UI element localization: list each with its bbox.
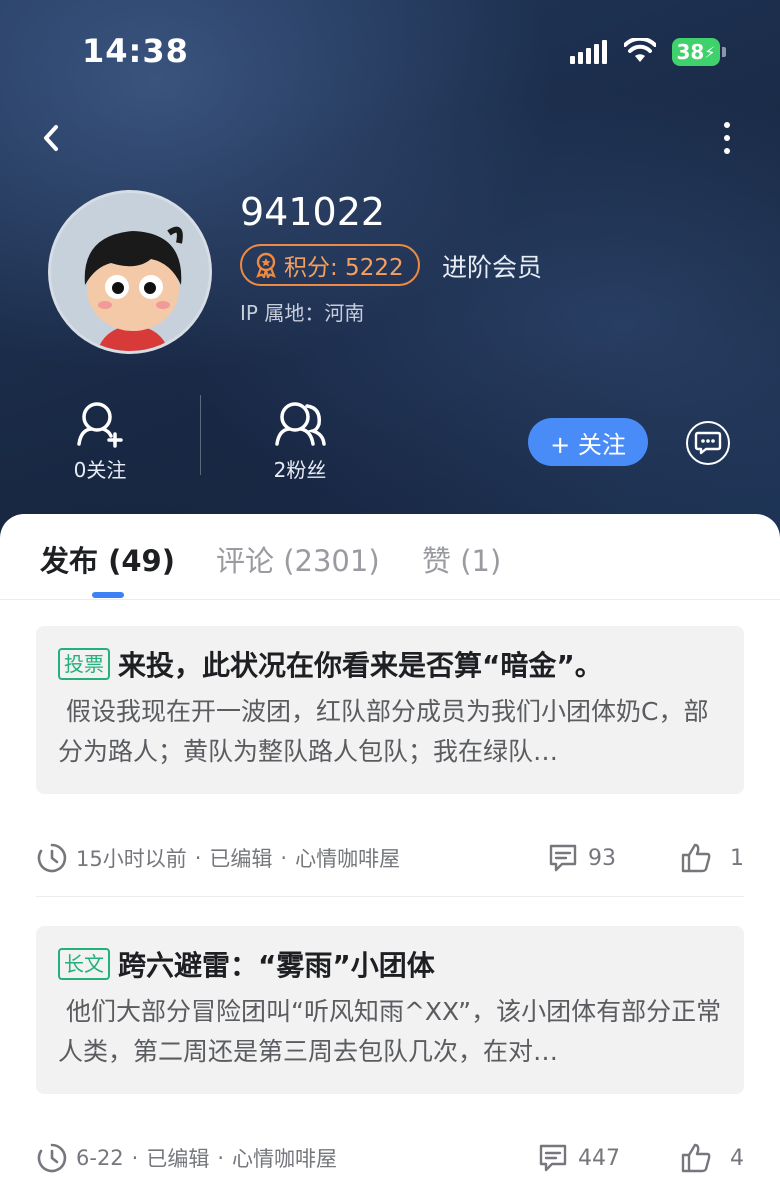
post-edited: 已编辑 bbox=[209, 847, 273, 871]
battery-icon: 38 ⚡ bbox=[672, 38, 720, 66]
followers-stat[interactable]: 2粉丝 bbox=[240, 400, 360, 483]
post-time: 6-22 bbox=[76, 1146, 124, 1170]
thumbs-up-icon bbox=[681, 843, 711, 873]
content-panel: 发布 (49) 评论 (2301) 赞 (1) 投票 来投，此状况在你看来是否算… bbox=[0, 514, 780, 1178]
post-meta: 15小时以前 · 已编辑 · 心情咖啡屋 93 1 bbox=[36, 838, 744, 878]
clock-icon bbox=[37, 1143, 67, 1173]
users-icon bbox=[275, 402, 326, 446]
user-add-icon bbox=[77, 402, 123, 448]
separator-dot: · bbox=[217, 1146, 225, 1170]
comment-icon bbox=[539, 1144, 567, 1172]
post-meta: 6-22 · 已编辑 · 心情咖啡屋 447 4 bbox=[36, 1138, 744, 1178]
status-bar: 14:38 38 ⚡ bbox=[0, 28, 780, 76]
comment-icon bbox=[549, 844, 577, 872]
post-tag: 长文 bbox=[58, 948, 110, 980]
post-excerpt: 假设我现在开一波团，红队部分成员为我们小团体奶C，部分为路人；黄队为整队路人包队… bbox=[58, 697, 709, 766]
message-button[interactable] bbox=[686, 421, 730, 465]
post-card[interactable]: 投票 来投，此状况在你看来是否算“暗金”。 假设我现在开一波团，红队部分成员为我… bbox=[36, 626, 744, 794]
post-title: 跨六避雷：“雾雨”小团体 bbox=[118, 949, 435, 982]
status-time: 14:38 bbox=[82, 32, 189, 70]
username: 941022 bbox=[240, 190, 386, 234]
stat-divider bbox=[200, 395, 201, 475]
comment-button[interactable]: 93 bbox=[548, 843, 616, 873]
post-divider bbox=[36, 896, 744, 897]
like-count: 1 bbox=[730, 845, 744, 871]
following-count: 0关注 bbox=[73, 458, 127, 482]
avatar[interactable] bbox=[48, 190, 212, 354]
post-tag: 投票 bbox=[58, 648, 110, 680]
more-options-button[interactable] bbox=[712, 118, 742, 158]
wifi-icon bbox=[624, 38, 656, 62]
dot bbox=[724, 148, 730, 154]
thumbs-up-icon bbox=[681, 1143, 711, 1173]
like-button[interactable]: 1 bbox=[680, 842, 744, 874]
points-badge[interactable]: 积分: 5222 bbox=[240, 244, 420, 286]
post-card[interactable]: 长文 跨六避雷：“雾雨”小团体 他们大部分冒险团叫“听风知雨^XX”，该小团体有… bbox=[36, 926, 744, 1094]
tab-posts[interactable]: 发布 (49) bbox=[40, 538, 175, 580]
comment-count: 447 bbox=[578, 1145, 620, 1171]
profile-header: 14:38 38 ⚡ 941022 积分: 5222 进阶会员 IP 属地：河南… bbox=[0, 0, 780, 540]
profile-tabs: 发布 (49) 评论 (2301) 赞 (1) bbox=[0, 514, 780, 600]
active-tab-indicator bbox=[92, 592, 124, 598]
post-title: 来投，此状况在你看来是否算“暗金”。 bbox=[118, 649, 603, 682]
ip-location: IP 属地：河南 bbox=[240, 301, 365, 325]
post-board[interactable]: 心情咖啡屋 bbox=[232, 1143, 337, 1173]
following-stat[interactable]: 0关注 bbox=[40, 400, 160, 483]
comment-button[interactable]: 447 bbox=[538, 1143, 620, 1173]
cellular-signal-icon bbox=[570, 40, 607, 64]
member-level: 进阶会员 bbox=[442, 253, 543, 282]
battery-tip bbox=[722, 47, 726, 57]
chevron-left-icon bbox=[44, 125, 58, 151]
comment-count: 93 bbox=[588, 845, 616, 871]
back-button[interactable] bbox=[30, 118, 70, 158]
post-edited: 已编辑 bbox=[146, 1147, 210, 1171]
like-count: 4 bbox=[730, 1145, 744, 1171]
clock-icon bbox=[37, 843, 67, 873]
post-excerpt: 他们大部分冒险团叫“听风知雨^XX”，该小团体有部分正常人类，第二周还是第三周去… bbox=[58, 997, 722, 1066]
dot bbox=[724, 135, 730, 141]
post-time: 15小时以前 bbox=[76, 847, 187, 871]
tab-likes[interactable]: 赞 (1) bbox=[422, 538, 501, 580]
points-label: 积分: 5222 bbox=[284, 255, 404, 281]
separator-dot: · bbox=[131, 1146, 139, 1170]
avatar-cartoon-image bbox=[51, 193, 209, 351]
battery-level: 38 bbox=[676, 40, 705, 64]
tab-comments[interactable]: 评论 (2301) bbox=[216, 538, 380, 580]
separator-dot: · bbox=[280, 846, 288, 870]
separator-dot: · bbox=[194, 846, 202, 870]
chat-bubble-icon bbox=[694, 431, 722, 455]
post-board[interactable]: 心情咖啡屋 bbox=[295, 843, 400, 873]
like-button[interactable]: 4 bbox=[680, 1142, 744, 1174]
medal-icon bbox=[256, 252, 276, 278]
dot bbox=[724, 122, 730, 128]
followers-count: 2粉丝 bbox=[273, 458, 327, 482]
follow-button[interactable]: + 关注 bbox=[528, 418, 648, 466]
